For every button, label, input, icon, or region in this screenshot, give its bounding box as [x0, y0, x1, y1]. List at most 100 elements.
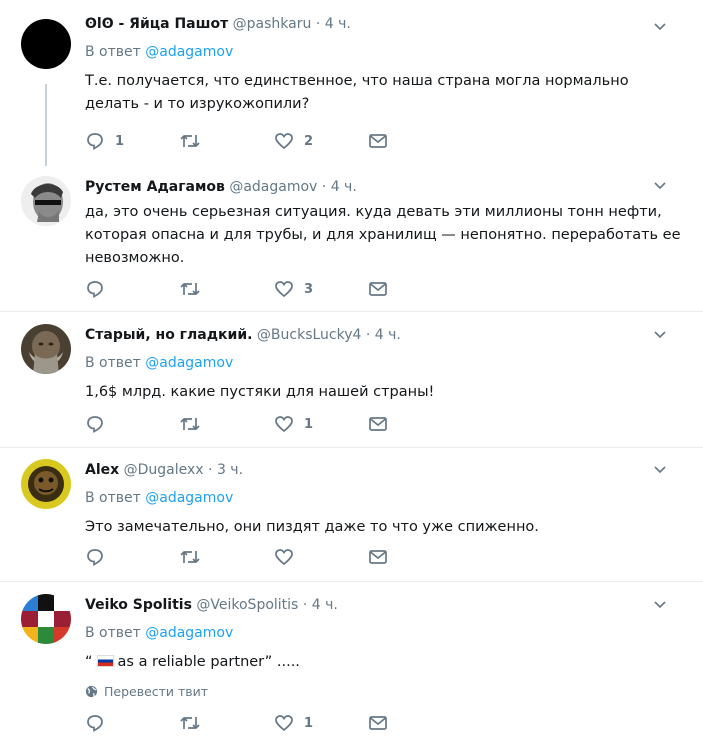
- direct-message-button[interactable]: [368, 546, 388, 568]
- reply-button[interactable]: [85, 712, 115, 734]
- avatar[interactable]: [21, 19, 71, 69]
- translate-tweet-link[interactable]: Перевести твит: [85, 682, 683, 700]
- chevron-down-icon[interactable]: [653, 463, 667, 477]
- reply-button[interactable]: [85, 546, 115, 568]
- retweet-icon: [180, 717, 200, 729]
- reply-button[interactable]: [85, 278, 115, 300]
- reply-context: В ответ @adagamov: [85, 488, 683, 508]
- avatar-image: [21, 459, 71, 509]
- separator-dot: ·: [365, 327, 371, 343]
- avatar[interactable]: [21, 594, 71, 644]
- reply-context: В ответ @adagamov: [85, 623, 683, 643]
- like-button[interactable]: 1: [274, 712, 313, 734]
- like-count: 3: [304, 281, 314, 297]
- reply-icon: [87, 549, 103, 566]
- reply-button[interactable]: [85, 413, 115, 435]
- user-handle[interactable]: @Dugalexx: [124, 462, 204, 478]
- tweet-text: да, это очень серьезная ситуация. куда д…: [85, 204, 681, 266]
- display-name[interactable]: Рустем Адагамов: [85, 179, 225, 195]
- avatar[interactable]: [21, 176, 71, 226]
- reply-prefix: В ответ: [85, 490, 141, 506]
- like-count: 1: [304, 715, 314, 731]
- heart-icon: [275, 281, 293, 298]
- like-count: 1: [304, 416, 314, 432]
- reply-prefix: В ответ: [85, 355, 141, 371]
- envelope-icon: [369, 282, 387, 296]
- timestamp[interactable]: 4 ч.: [331, 179, 357, 195]
- user-handle[interactable]: @pashkaru: [233, 16, 312, 32]
- timestamp[interactable]: 4 ч.: [312, 597, 338, 613]
- envelope-icon: [369, 134, 387, 148]
- retweet-icon: [180, 283, 200, 295]
- chevron-down-icon[interactable]: [653, 598, 667, 612]
- display-name[interactable]: Veiko Spolitis: [85, 597, 192, 613]
- retweet-button[interactable]: [179, 130, 211, 152]
- avatar[interactable]: [21, 324, 71, 374]
- retweet-button[interactable]: [179, 712, 211, 734]
- display-name[interactable]: ʘlʘ - Яйца Пашот: [85, 16, 228, 32]
- tweet-header: Alex @Dugalexx · 3 ч.: [85, 460, 683, 480]
- tweet[interactable]: Veiko Spolitis @VeikoSpolitis · 4 ч. В о…: [0, 582, 703, 741]
- tweet[interactable]: Рустем Адагамов @adagamov · 4 ч. да, это…: [0, 167, 703, 312]
- tweet-text: Т.е. получается, что единственное, что н…: [85, 73, 629, 112]
- display-name[interactable]: Alex: [85, 462, 119, 478]
- display-name[interactable]: Старый, но гладкий.: [85, 327, 252, 343]
- envelope-icon: [369, 716, 387, 730]
- like-button[interactable]: 2: [274, 130, 313, 152]
- like-button[interactable]: 3: [274, 278, 313, 300]
- reply-icon: [87, 281, 103, 298]
- retweet-button[interactable]: [179, 546, 211, 568]
- envelope-icon: [369, 417, 387, 431]
- direct-message-button[interactable]: [368, 278, 388, 300]
- tweet-text-rest: as a reliable partner” .....: [117, 654, 300, 670]
- like-button[interactable]: 1: [274, 413, 313, 435]
- mention-link[interactable]: @adagamov: [145, 355, 233, 371]
- timestamp[interactable]: 4 ч.: [375, 327, 401, 343]
- direct-message-button[interactable]: [368, 413, 388, 435]
- mention-link[interactable]: @adagamov: [145, 44, 233, 60]
- user-handle[interactable]: @BucksLucky4: [257, 327, 362, 343]
- timestamp[interactable]: 3 ч.: [217, 462, 243, 478]
- reply-button[interactable]: 1: [85, 130, 124, 152]
- tweet-header: Старый, но гладкий. @BucksLucky4 · 4 ч.: [85, 325, 683, 345]
- envelope-icon: [369, 550, 387, 564]
- avatar[interactable]: [21, 459, 71, 509]
- globe-icon: [85, 685, 98, 697]
- direct-message-button[interactable]: [368, 130, 388, 152]
- retweet-button[interactable]: [179, 413, 211, 435]
- tweet[interactable]: ʘlʘ - Яйца Пашот @pashkaru · 4 ч. В отве…: [0, 0, 703, 167]
- chevron-down-icon[interactable]: [653, 328, 667, 342]
- mention-link[interactable]: @adagamov: [145, 625, 233, 641]
- tweet[interactable]: Alex @Dugalexx · 3 ч. В ответ @adagamov …: [0, 448, 703, 582]
- separator-dot: ·: [208, 462, 213, 478]
- reply-icon: [87, 133, 103, 150]
- chevron-down-icon[interactable]: [653, 179, 667, 193]
- tweet-header: Veiko Spolitis @VeikoSpolitis · 4 ч.: [85, 595, 683, 615]
- reply-icon: [87, 715, 103, 732]
- like-count: 2: [304, 133, 314, 149]
- quote-open: “: [85, 654, 93, 670]
- reply-prefix: В ответ: [85, 44, 141, 60]
- tweet[interactable]: Старый, но гладкий. @BucksLucky4 · 4 ч. …: [0, 312, 703, 448]
- retweet-icon: [180, 418, 200, 430]
- user-handle[interactable]: @VeikoSpolitis: [196, 597, 298, 613]
- tweet-header: Рустем Адагамов @adagamov · 4 ч.: [85, 177, 683, 197]
- tweet-header: ʘlʘ - Яйца Пашот @pashkaru · 4 ч.: [85, 14, 683, 34]
- reply-context: В ответ @adagamov: [85, 42, 683, 62]
- chevron-down-icon[interactable]: [653, 20, 667, 34]
- like-button[interactable]: [274, 546, 304, 568]
- user-handle[interactable]: @adagamov: [229, 179, 317, 195]
- direct-message-button[interactable]: [368, 712, 388, 734]
- heart-icon: [275, 133, 293, 150]
- heart-icon: [275, 549, 293, 566]
- mention-link[interactable]: @adagamov: [145, 490, 233, 506]
- timestamp[interactable]: 4 ч.: [325, 16, 351, 32]
- russia-flag-icon: [96, 655, 114, 667]
- avatar-image: [21, 176, 71, 226]
- separator-dot: ·: [302, 597, 308, 613]
- reply-context: В ответ @adagamov: [85, 353, 683, 373]
- translate-label: Перевести твит: [104, 683, 209, 699]
- reply-prefix: В ответ: [85, 625, 141, 641]
- retweet-button[interactable]: [179, 278, 211, 300]
- tweet-text: “ as a reliable partner” .....: [85, 651, 683, 674]
